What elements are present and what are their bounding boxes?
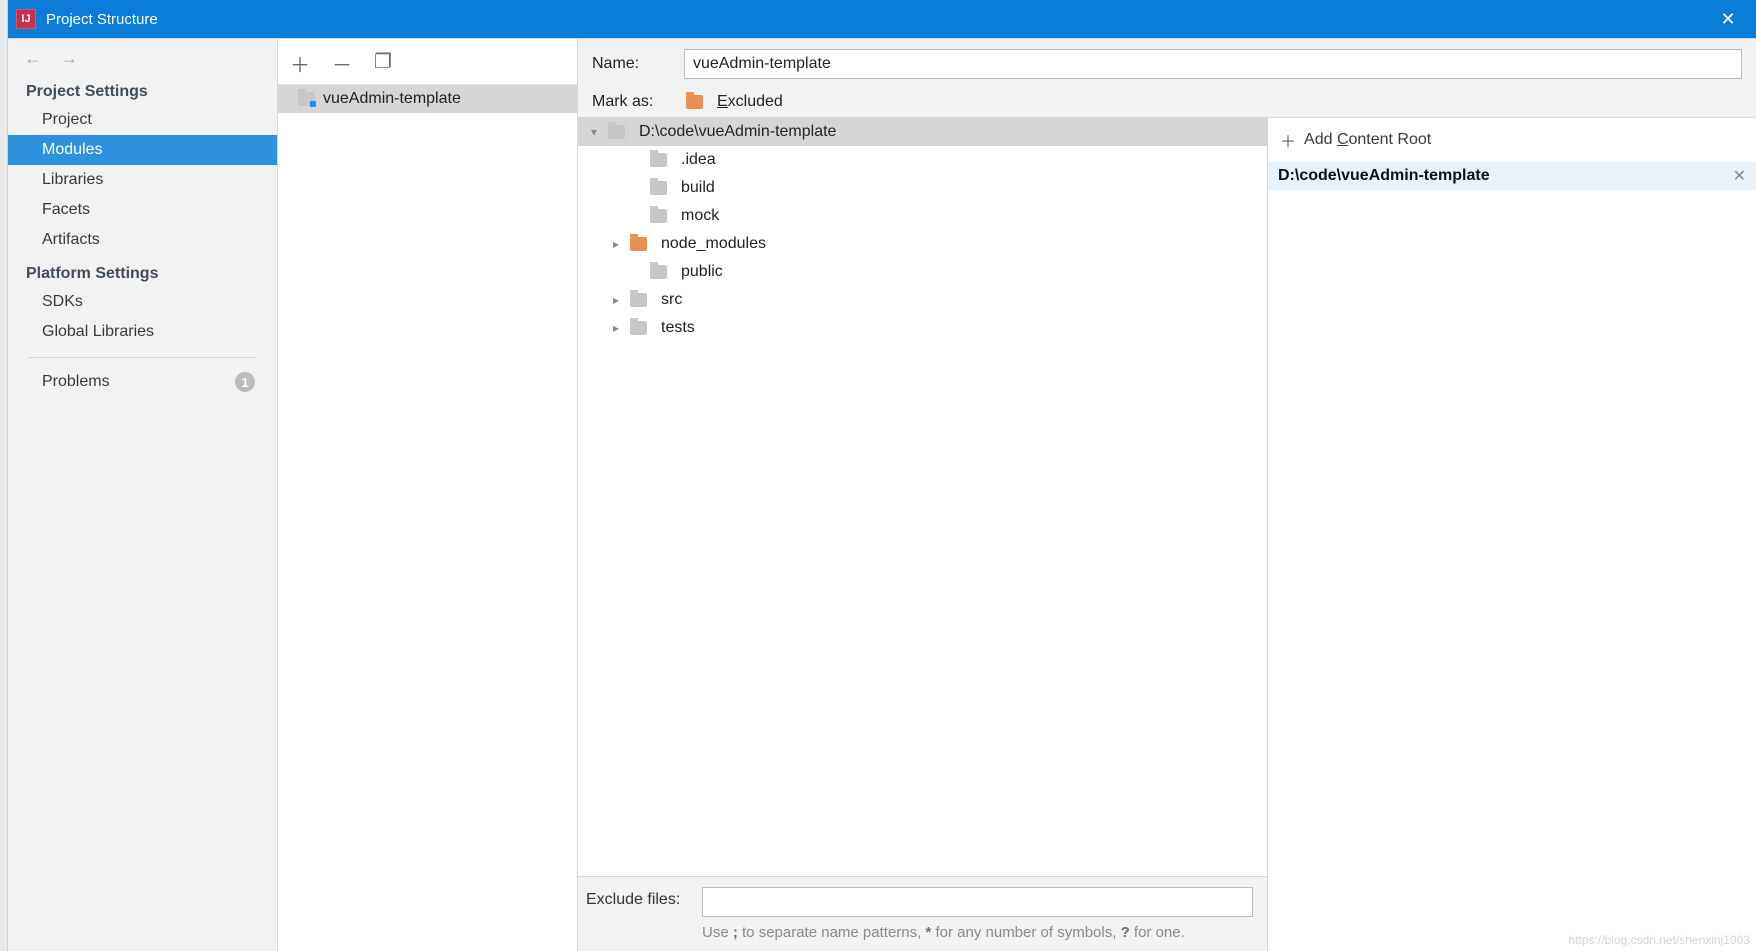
folder-icon: [630, 321, 647, 335]
modules-toolbar: ＋ － ❐: [278, 39, 577, 85]
project-structure-window: IJ Project Structure ✕ ← → Project Setti…: [8, 0, 1756, 951]
tree-root[interactable]: ▾ D:\code\vueAdmin-template: [578, 118, 1267, 146]
section-project-settings: Project Settings: [8, 73, 277, 105]
name-label: Name:: [592, 55, 668, 73]
tree-node-tests[interactable]: ▸ tests: [578, 314, 1267, 342]
add-module-icon[interactable]: ＋: [290, 49, 310, 78]
tree-node-public[interactable]: ▸ public: [578, 258, 1267, 286]
nav-item-artifacts[interactable]: Artifacts: [8, 225, 277, 255]
tree-node-label: tests: [661, 319, 695, 337]
folder-icon: [650, 181, 667, 195]
nav-item-libraries[interactable]: Libraries: [8, 165, 277, 195]
content-roots-pane: ＋ Add Content Root D:\code\vueAdmin-temp…: [1268, 118, 1756, 951]
nav-item-sdks[interactable]: SDKs: [8, 287, 277, 317]
tree-node-node-modules[interactable]: ▸ node_modules: [578, 230, 1267, 258]
content-area: ← → Project Settings Project Modules Lib…: [8, 38, 1756, 951]
mark-as-row: Mark as: Excluded: [592, 93, 1742, 111]
mark-excluded-chip[interactable]: Excluded: [686, 93, 783, 111]
remove-module-icon[interactable]: －: [332, 49, 352, 78]
tree-node-mock[interactable]: ▸ mock: [578, 202, 1267, 230]
nav-item-facets[interactable]: Facets: [8, 195, 277, 225]
nav-item-modules[interactable]: Modules: [8, 135, 277, 165]
chevron-right-icon[interactable]: ▸: [608, 321, 624, 335]
excluded-folder-icon: [686, 95, 703, 109]
problems-count-badge: 1: [235, 372, 255, 392]
add-content-root-button[interactable]: ＋ Add Content Root: [1268, 118, 1756, 162]
folder-icon: [630, 293, 647, 307]
folder-icon: [630, 237, 647, 251]
tree-node-label: mock: [681, 207, 719, 225]
exclude-hint: Use ; to separate name patterns, * for a…: [702, 923, 1253, 943]
tree-node-label: public: [681, 263, 723, 281]
module-detail: Name: Mark as: Excluded ▾: [578, 39, 1756, 951]
copy-module-icon[interactable]: ❐: [374, 49, 392, 78]
watermark-text: https://blog.csdn.net/shenxinj1003: [1569, 933, 1750, 947]
tree-node-label: .idea: [681, 151, 716, 169]
content-root-path: D:\code\vueAdmin-template: [1278, 167, 1490, 185]
nav-item-global-libraries[interactable]: Global Libraries: [8, 317, 277, 347]
outer-gutter: [0, 0, 8, 951]
nav-divider: [28, 357, 257, 358]
tree-node-label: src: [661, 291, 682, 309]
exclude-files-panel: Exclude files: Use ; to separate name pa…: [578, 876, 1267, 951]
folder-icon: [650, 209, 667, 223]
module-name-input[interactable]: [684, 49, 1742, 79]
settings-nav: ← → Project Settings Project Modules Lib…: [8, 39, 278, 951]
chevron-down-icon[interactable]: ▾: [586, 125, 602, 139]
section-platform-settings: Platform Settings: [8, 255, 277, 287]
problems-label: Problems: [42, 373, 110, 391]
back-icon[interactable]: ←: [22, 47, 44, 69]
detail-body: ▾ D:\code\vueAdmin-template ▸ .idea ▸: [578, 118, 1756, 951]
forward-icon[interactable]: →: [58, 47, 80, 69]
nav-item-problems[interactable]: Problems 1: [8, 362, 277, 398]
source-tree[interactable]: ▾ D:\code\vueAdmin-template ▸ .idea ▸: [578, 118, 1267, 876]
tree-node-build[interactable]: ▸ build: [578, 174, 1267, 202]
plus-icon: ＋: [1280, 128, 1296, 152]
folder-icon: [650, 153, 667, 167]
module-item-vueadmin[interactable]: vueAdmin-template: [278, 85, 577, 113]
titlebar: IJ Project Structure ✕: [8, 0, 1756, 38]
tree-node-idea[interactable]: ▸ .idea: [578, 146, 1267, 174]
tree-node-label: build: [681, 179, 715, 197]
mark-as-label: Mark as:: [592, 93, 668, 111]
tree-node-src[interactable]: ▸ src: [578, 286, 1267, 314]
modules-column: ＋ － ❐ vueAdmin-template: [278, 39, 578, 951]
chevron-right-icon[interactable]: ▸: [608, 293, 624, 307]
tree-node-label: node_modules: [661, 235, 766, 253]
app-icon: IJ: [16, 9, 36, 29]
exclude-files-label: Exclude files:: [586, 887, 690, 909]
source-tree-pane: ▾ D:\code\vueAdmin-template ▸ .idea ▸: [578, 118, 1268, 951]
detail-header: Name: Mark as: Excluded: [578, 39, 1756, 118]
nav-item-project[interactable]: Project: [8, 105, 277, 135]
tree-root-label: D:\code\vueAdmin-template: [639, 123, 836, 141]
module-folder-icon: [298, 92, 315, 106]
remove-root-icon[interactable]: ✕: [1733, 166, 1746, 186]
exclude-files-input[interactable]: [702, 887, 1253, 917]
chevron-right-icon[interactable]: ▸: [608, 237, 624, 251]
module-item-label: vueAdmin-template: [323, 90, 461, 108]
folder-icon: [608, 125, 625, 139]
close-icon[interactable]: ✕: [1708, 9, 1748, 30]
folder-icon: [650, 265, 667, 279]
content-root-entry[interactable]: D:\code\vueAdmin-template ✕: [1268, 162, 1756, 190]
window-title: Project Structure: [46, 11, 1708, 28]
nav-history: ← →: [8, 39, 277, 73]
